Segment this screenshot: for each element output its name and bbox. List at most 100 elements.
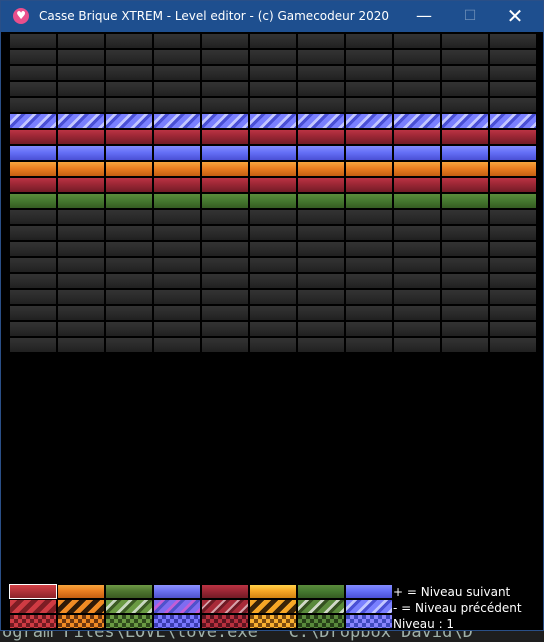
empty-cell[interactable]: [153, 289, 201, 305]
empty-cell[interactable]: [105, 81, 153, 97]
brick-cell[interactable]: [345, 193, 393, 209]
brick-cell[interactable]: [9, 145, 57, 161]
empty-cell[interactable]: [393, 209, 441, 225]
brick-cell[interactable]: [9, 129, 57, 145]
empty-cell[interactable]: [345, 33, 393, 49]
palette-brick[interactable]: [57, 614, 105, 629]
brick-cell[interactable]: [297, 177, 345, 193]
brick-cell[interactable]: [489, 177, 537, 193]
empty-cell[interactable]: [393, 33, 441, 49]
empty-cell[interactable]: [249, 49, 297, 65]
empty-cell[interactable]: [57, 97, 105, 113]
empty-cell[interactable]: [249, 33, 297, 49]
brick-cell[interactable]: [297, 145, 345, 161]
empty-cell[interactable]: [153, 305, 201, 321]
brick-cell[interactable]: [105, 177, 153, 193]
empty-cell[interactable]: [105, 273, 153, 289]
palette-brick[interactable]: [249, 599, 297, 614]
empty-cell[interactable]: [57, 81, 105, 97]
brick-cell[interactable]: [489, 129, 537, 145]
empty-cell[interactable]: [105, 321, 153, 337]
empty-cell[interactable]: [297, 97, 345, 113]
empty-cell[interactable]: [297, 305, 345, 321]
brick-cell[interactable]: [345, 113, 393, 129]
brick-cell[interactable]: [201, 161, 249, 177]
empty-cell[interactable]: [57, 49, 105, 65]
empty-cell[interactable]: [297, 49, 345, 65]
empty-cell[interactable]: [153, 225, 201, 241]
empty-cell[interactable]: [297, 321, 345, 337]
empty-cell[interactable]: [489, 225, 537, 241]
empty-cell[interactable]: [57, 241, 105, 257]
empty-cell[interactable]: [297, 273, 345, 289]
empty-cell[interactable]: [441, 337, 489, 353]
brick-cell[interactable]: [153, 113, 201, 129]
brick-cell[interactable]: [9, 113, 57, 129]
brick-cell[interactable]: [393, 145, 441, 161]
empty-cell[interactable]: [249, 273, 297, 289]
brick-cell[interactable]: [249, 193, 297, 209]
empty-cell[interactable]: [297, 225, 345, 241]
empty-cell[interactable]: [57, 289, 105, 305]
empty-cell[interactable]: [9, 81, 57, 97]
brick-cell[interactable]: [489, 161, 537, 177]
empty-cell[interactable]: [345, 337, 393, 353]
empty-cell[interactable]: [105, 305, 153, 321]
palette-brick[interactable]: [201, 584, 249, 599]
brick-cell[interactable]: [345, 161, 393, 177]
brick-cell[interactable]: [57, 129, 105, 145]
empty-cell[interactable]: [441, 49, 489, 65]
empty-cell[interactable]: [105, 225, 153, 241]
empty-cell[interactable]: [57, 337, 105, 353]
empty-cell[interactable]: [57, 257, 105, 273]
empty-cell[interactable]: [105, 241, 153, 257]
brick-cell[interactable]: [201, 145, 249, 161]
brick-cell[interactable]: [297, 129, 345, 145]
empty-cell[interactable]: [441, 225, 489, 241]
brick-cell[interactable]: [297, 113, 345, 129]
empty-cell[interactable]: [297, 209, 345, 225]
brick-cell[interactable]: [393, 161, 441, 177]
empty-cell[interactable]: [441, 305, 489, 321]
brick-cell[interactable]: [489, 145, 537, 161]
empty-cell[interactable]: [153, 241, 201, 257]
empty-cell[interactable]: [393, 321, 441, 337]
empty-cell[interactable]: [9, 321, 57, 337]
empty-cell[interactable]: [345, 305, 393, 321]
empty-cell[interactable]: [489, 65, 537, 81]
brick-cell[interactable]: [153, 193, 201, 209]
empty-cell[interactable]: [249, 305, 297, 321]
palette-brick[interactable]: [297, 584, 345, 599]
empty-cell[interactable]: [201, 289, 249, 305]
empty-cell[interactable]: [153, 257, 201, 273]
empty-cell[interactable]: [153, 97, 201, 113]
empty-cell[interactable]: [201, 49, 249, 65]
empty-cell[interactable]: [249, 257, 297, 273]
empty-cell[interactable]: [9, 65, 57, 81]
empty-cell[interactable]: [249, 337, 297, 353]
empty-cell[interactable]: [441, 65, 489, 81]
empty-cell[interactable]: [489, 273, 537, 289]
brick-cell[interactable]: [393, 129, 441, 145]
brick-cell[interactable]: [201, 177, 249, 193]
empty-cell[interactable]: [201, 81, 249, 97]
palette-brick[interactable]: [249, 584, 297, 599]
empty-cell[interactable]: [153, 273, 201, 289]
empty-cell[interactable]: [249, 65, 297, 81]
brick-cell[interactable]: [441, 177, 489, 193]
empty-cell[interactable]: [297, 337, 345, 353]
empty-cell[interactable]: [249, 81, 297, 97]
empty-cell[interactable]: [345, 289, 393, 305]
empty-cell[interactable]: [57, 321, 105, 337]
brick-cell[interactable]: [105, 145, 153, 161]
empty-cell[interactable]: [249, 321, 297, 337]
palette-brick[interactable]: [105, 584, 153, 599]
brick-cell[interactable]: [9, 161, 57, 177]
empty-cell[interactable]: [489, 257, 537, 273]
brick-cell[interactable]: [393, 193, 441, 209]
brick-cell[interactable]: [249, 129, 297, 145]
brick-cell[interactable]: [441, 193, 489, 209]
brick-cell[interactable]: [105, 113, 153, 129]
empty-cell[interactable]: [105, 337, 153, 353]
empty-cell[interactable]: [153, 321, 201, 337]
